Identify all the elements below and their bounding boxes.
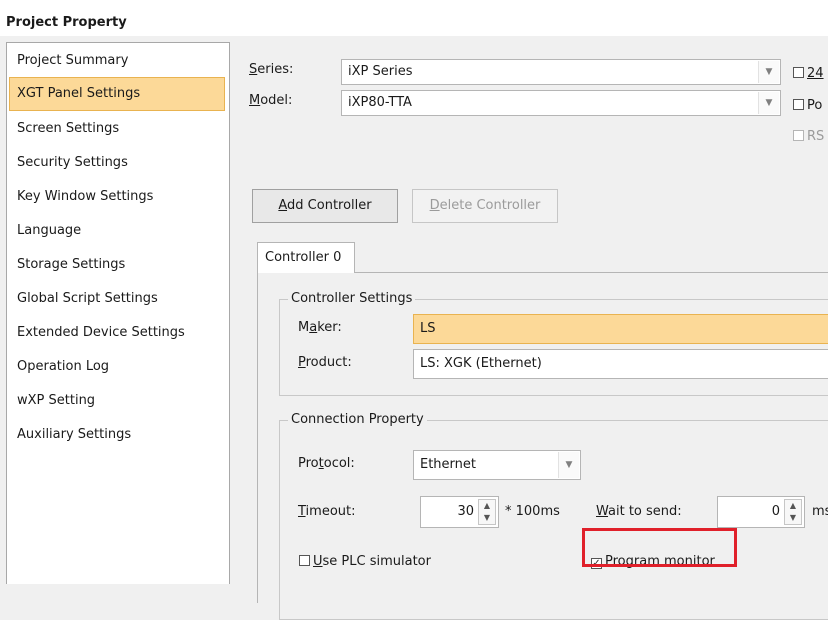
sidebar-item-auxiliary-settings[interactable]: Auxiliary Settings: [9, 418, 225, 452]
checkbox-icon: [793, 99, 804, 110]
series-label: Series:: [249, 62, 294, 77]
use-plc-simulator-checkbox[interactable]: Use PLC simulator: [299, 554, 431, 569]
sidebar-item-extended-device-settings[interactable]: Extended Device Settings: [9, 316, 225, 350]
program-monitor-highlight: [582, 528, 737, 567]
model-label: Model:: [249, 93, 293, 108]
sidebar-item-wxp-setting[interactable]: wXP Setting: [9, 384, 225, 418]
connection-property-group: Connection Property Protocol: Ethernet ▼…: [279, 411, 828, 620]
maker-label: Maker:: [298, 320, 342, 335]
wait-to-send-unit: ms: [812, 504, 828, 519]
delete-controller-button: Delete Controller: [412, 189, 558, 223]
chevron-down-icon: ▼: [758, 92, 779, 114]
timeout-stepper[interactable]: 30 ▲ ▼: [420, 496, 499, 528]
protocol-label: Protocol:: [298, 456, 355, 471]
wait-to-send-label: Wait to send:: [596, 504, 682, 519]
controller-settings-group: Controller Settings Maker: LS Product: L…: [279, 290, 828, 396]
sidebar-item-project-summary[interactable]: Project Summary: [9, 44, 225, 78]
product-field[interactable]: LS: XGK (Ethernet): [413, 349, 828, 379]
sidebar-item-language[interactable]: Language: [9, 214, 225, 248]
controller-settings-title: Controller Settings: [288, 290, 416, 308]
window-title: Project Property: [0, 0, 828, 36]
sidebar-item-xgt-panel-settings[interactable]: XGT Panel Settings: [9, 77, 225, 111]
tab-controller-0[interactable]: Controller 0: [257, 242, 355, 273]
product-label: Product:: [298, 355, 352, 370]
spin-arrows-icon[interactable]: ▲ ▼: [478, 499, 496, 525]
spin-arrows-icon[interactable]: ▲ ▼: [784, 499, 802, 525]
maker-field[interactable]: LS: [413, 314, 828, 344]
wait-to-send-value: 0: [771, 504, 780, 519]
model-value: iXP80-TTA: [348, 95, 412, 110]
chevron-down-icon: ▼: [758, 61, 779, 83]
option-checkbox-po[interactable]: Po: [793, 98, 822, 113]
timeout-unit: * 100ms: [505, 504, 560, 519]
settings-panel: Series: iXP Series ▼ Model: iXP80-TTA ▼ …: [230, 42, 828, 620]
checkbox-icon: [793, 130, 804, 141]
sidebar-item-security-settings[interactable]: Security Settings: [9, 146, 225, 180]
controller-tab-panel: Controller Settings Maker: LS Product: L…: [257, 272, 828, 620]
sidebar-item-screen-settings[interactable]: Screen Settings: [9, 112, 225, 146]
series-dropdown[interactable]: iXP Series ▼: [341, 59, 781, 85]
option-checkbox-24[interactable]: 24: [793, 66, 824, 81]
wait-to-send-stepper[interactable]: 0 ▲ ▼: [717, 496, 805, 528]
timeout-label: Timeout:: [298, 504, 356, 519]
model-dropdown[interactable]: iXP80-TTA ▼: [341, 90, 781, 116]
checkbox-icon: [299, 555, 310, 566]
protocol-dropdown[interactable]: Ethernet ▼: [413, 450, 581, 480]
sidebar-item-global-script-settings[interactable]: Global Script Settings: [9, 282, 225, 316]
timeout-value: 30: [457, 504, 474, 519]
sidebar-item-storage-settings[interactable]: Storage Settings: [9, 248, 225, 282]
connection-property-title: Connection Property: [288, 411, 427, 429]
chevron-down-icon: ▼: [558, 452, 579, 478]
sidebar-item-operation-log[interactable]: Operation Log: [9, 350, 225, 384]
settings-nav: Project Summary XGT Panel Settings Scree…: [6, 42, 230, 584]
series-value: iXP Series: [348, 64, 413, 79]
add-controller-button[interactable]: Add Controller: [252, 189, 398, 223]
checkbox-icon: [793, 67, 804, 78]
option-checkbox-rs: RS: [793, 129, 824, 144]
sidebar-item-key-window-settings[interactable]: Key Window Settings: [9, 180, 225, 214]
protocol-value: Ethernet: [420, 457, 476, 472]
